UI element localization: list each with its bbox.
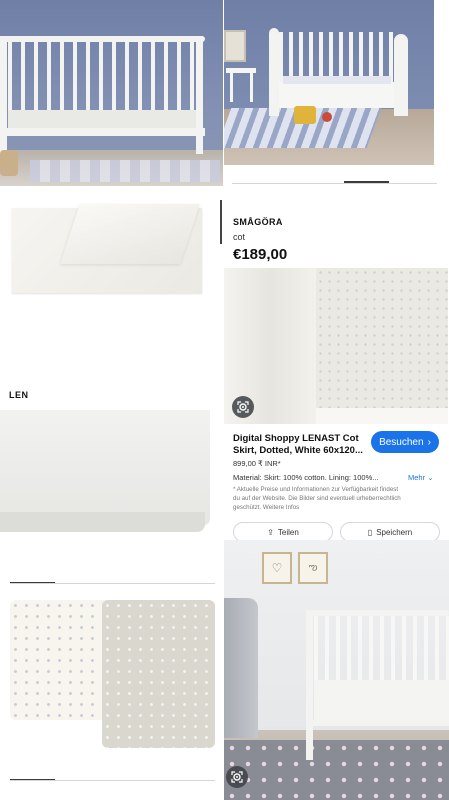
share-button[interactable]: ⇪ Teilen [233,522,333,542]
chevron-right-icon: › [427,436,431,448]
more-link[interactable]: Mehr ⌄ [408,473,433,482]
crib [0,36,205,154]
crib-photo-top-left[interactable] [0,0,223,186]
nursery-photo[interactable]: ♡ ఌ [224,540,449,800]
product-type: cot [233,232,246,242]
disclaimer-line2: du auf der Website. Die Bilder sind even… [233,495,401,502]
fitted-sheets-photo[interactable] [10,600,215,748]
butterfly-frame: ఌ [298,552,328,584]
save-button[interactable]: ▯ Speichern [340,522,440,542]
len-label: LEN [9,390,29,400]
toy [0,150,18,176]
lens-icon[interactable] [232,396,254,418]
folded-sheet-photo[interactable] [10,200,215,295]
cot [269,28,409,116]
wall-frame [224,30,246,62]
armchair [224,598,258,738]
heart-frame: ♡ [262,552,292,584]
save-button-label: Speichern [376,527,413,537]
cot-skirt-photo[interactable] [224,268,448,424]
bookmark-icon: ▯ [367,527,373,537]
crib-photo-top-right[interactable] [224,0,434,165]
lens-icon-2[interactable] [226,766,248,788]
gulliver-crib [306,610,449,760]
product-price: €189,00 [233,246,288,263]
rug [30,160,220,182]
toy-car [294,106,316,124]
grey-sheet [102,600,215,748]
divider [232,183,437,184]
result-title-line1[interactable]: Digital Shoppy LENAST Cot [233,433,359,444]
share-icon: ⇪ [267,527,274,537]
dotted-panel [316,268,448,408]
visit-button[interactable]: Besuchen › [371,431,439,453]
disclaimer-line3[interactable]: geschützt. Weitere Infos [233,504,299,511]
disclaimer-line1: * Aktuelle Preise und Informationen zur … [233,486,399,493]
result-title-line2[interactable]: Skirt, Dotted, White 60x120... [233,445,363,456]
product-name: SMÅGÖRA [233,217,283,227]
divider-3 [10,780,215,781]
mattress-top [0,410,210,525]
scroll-indicator [220,200,222,244]
chevron-down-icon: ⌄ [427,473,434,482]
mattress-side [0,512,205,532]
result-price: 899,00 ₹ INR* [233,459,281,468]
result-material: Material: Skirt: 100% cotton. Lining: 10… [233,473,379,482]
sheet-fold [60,204,200,264]
more-link-label: Mehr [408,473,426,482]
mattress-photo[interactable] [0,400,213,566]
visit-button-label: Besuchen [379,436,424,448]
share-button-label: Teilen [277,527,299,537]
divider-2 [10,583,215,584]
